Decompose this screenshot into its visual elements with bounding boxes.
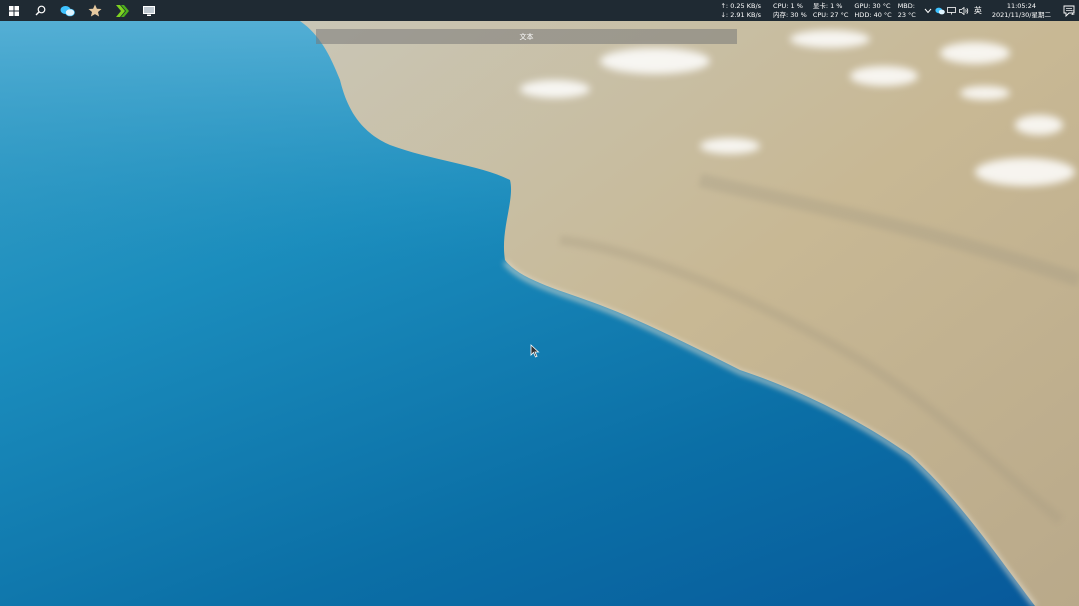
download-speed: ↓: 2.91 KB/s — [720, 10, 762, 19]
gpu-temp: GPU: 30 °C — [854, 1, 891, 10]
input-method-label: 英 — [973, 6, 982, 15]
tray-overflow-button[interactable] — [922, 0, 934, 21]
taskbar: ↑: 0.25 KB/s ↓: 2.91 KB/s CPU: 1 % 显卡: 1… — [0, 0, 1079, 21]
cloud — [700, 138, 760, 154]
notification-badge: 2 — [1071, 10, 1075, 17]
floating-toolbar[interactable]: 文本 — [316, 29, 737, 44]
floating-toolbar-label: 文本 — [519, 32, 534, 41]
desktop[interactable]: 文本 ↑: 0.25 KB/s ↓: 2.91 KB/s CPU: 1 % 显卡… — [0, 0, 1079, 606]
action-center-button[interactable]: 2 — [1059, 0, 1079, 21]
memory-usage: 内存: 30 % — [773, 10, 807, 19]
taskbar-app-star[interactable] — [81, 0, 108, 21]
taskbar-clock[interactable]: 11:05:24 2021/11/30/星期二 — [992, 2, 1051, 20]
taskbar-app-wechat[interactable] — [54, 0, 81, 21]
cloud — [790, 30, 870, 48]
cloud — [940, 42, 1010, 64]
tray-network[interactable] — [946, 0, 958, 21]
windows-logo-icon — [8, 5, 19, 16]
star-app-icon — [88, 4, 101, 17]
upload-speed: ↑: 0.25 KB/s — [720, 1, 762, 10]
cloud — [850, 66, 918, 86]
tray-wechat[interactable] — [934, 0, 946, 21]
network-icon — [947, 6, 957, 14]
cloud — [600, 48, 710, 74]
chevron-up-icon — [924, 8, 932, 13]
volume-icon — [958, 6, 969, 15]
mbd-label: MBD: — [897, 1, 915, 10]
network-speed-monitor[interactable]: ↑: 0.25 KB/s ↓: 2.91 KB/s — [720, 2, 761, 20]
tray-input-method[interactable]: 英 — [970, 0, 986, 21]
mbd-temp: 23 °C — [897, 10, 916, 19]
hdd-temp: HDD: 40 °C — [854, 10, 892, 19]
tray-volume[interactable] — [958, 0, 970, 21]
cloud — [975, 158, 1075, 186]
system-stats-monitor[interactable]: CPU: 1 % 显卡: 1 % GPU: 30 °C MBD: 内存: 30 … — [773, 2, 916, 20]
wechat-icon — [60, 5, 75, 16]
cloud — [1015, 115, 1063, 135]
green-chevron-app-icon — [115, 4, 129, 17]
cpu-usage: CPU: 1 % — [773, 1, 803, 10]
cloud — [520, 80, 590, 98]
search-button[interactable] — [27, 0, 54, 21]
mouse-cursor-icon — [530, 344, 540, 358]
taskbar-app-monitor[interactable] — [135, 0, 162, 21]
search-icon — [35, 5, 46, 16]
wechat-tray-icon — [935, 7, 945, 14]
clock-time: 11:05:24 — [1006, 1, 1037, 10]
taskbar-app-green-chevron[interactable] — [108, 0, 135, 21]
cpu-temp: CPU: 27 °C — [812, 10, 849, 19]
start-button[interactable] — [0, 0, 27, 21]
gpu-usage: 显卡: 1 % — [812, 1, 843, 10]
clock-date: 2021/11/30/星期二 — [991, 10, 1051, 19]
monitor-app-icon — [142, 5, 155, 16]
cloud — [960, 86, 1010, 100]
